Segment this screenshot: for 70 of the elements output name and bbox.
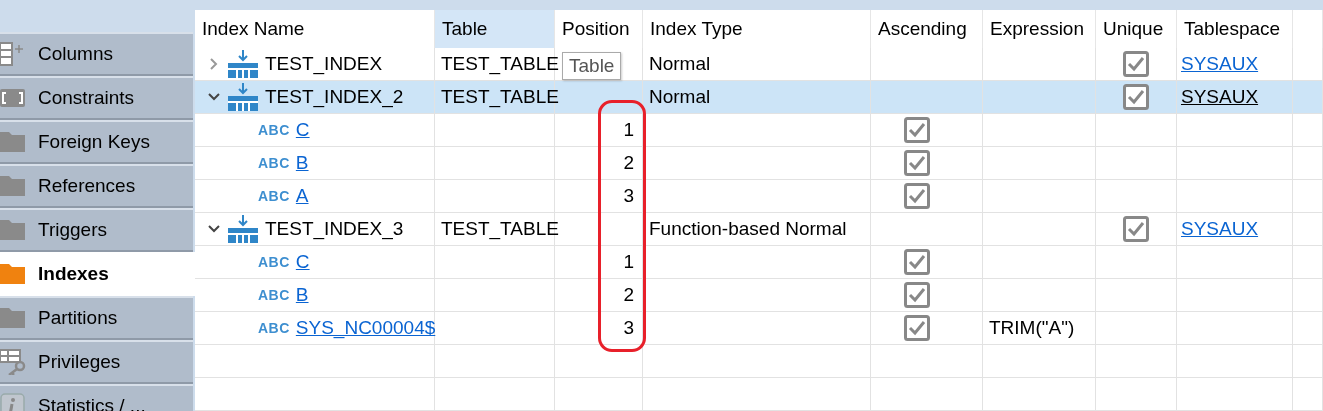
table-name: TEST_TABLE	[441, 53, 559, 75]
sidebar-tab[interactable]: Partitions	[0, 296, 193, 340]
text-type-icon: ABC	[258, 287, 290, 303]
column-link[interactable]: C	[295, 119, 310, 141]
column-link[interactable]: A	[295, 185, 309, 207]
folder-icon	[0, 218, 26, 242]
index-type: Function-based Normal	[649, 218, 847, 240]
sidebar-tab[interactable]: Indexes	[0, 252, 195, 296]
index-icon	[227, 215, 259, 243]
sidebar-tab[interactable]: Privileges	[0, 340, 193, 384]
table-name: TEST_TABLE	[441, 86, 559, 108]
text-type-icon: ABC	[258, 122, 290, 138]
folder-icon	[0, 130, 26, 154]
index-type: Normal	[649, 53, 711, 75]
table-row[interactable]: ABC B 2	[195, 147, 1323, 180]
table-row[interactable]: ABC SYS_NC00004$ 3 TRIM("A")	[195, 312, 1323, 345]
sidebar-tab[interactable]: Triggers	[0, 208, 193, 252]
text-type-icon: ABC	[258, 320, 290, 336]
index-name: TEST_INDEX_3	[265, 218, 404, 240]
index-name: TEST_INDEX	[265, 53, 383, 75]
text-type-icon: ABC	[258, 188, 290, 204]
table-row[interactable]: ABC B 2	[195, 279, 1323, 312]
table-cell	[1293, 345, 1323, 378]
checkbox[interactable]	[903, 150, 930, 176]
column-link[interactable]: C	[295, 251, 310, 273]
position-value: 3	[623, 317, 634, 339]
column-link[interactable]: B	[295, 152, 309, 174]
index-name: TEST_INDEX_2	[265, 86, 404, 108]
index-icon	[227, 83, 259, 111]
tooltip: Table	[562, 52, 622, 80]
column-header[interactable]: Table	[435, 10, 555, 48]
sidebar-tab[interactable]: Constraints	[0, 76, 193, 120]
checkbox[interactable]	[903, 282, 930, 308]
checkbox[interactable]	[1123, 84, 1149, 110]
text-type-icon: ABC	[258, 155, 290, 171]
checkbox[interactable]	[1123, 51, 1149, 77]
tablespace-link[interactable]: SYSAUX	[1181, 53, 1259, 75]
sidebar-tab[interactable]: References	[0, 164, 193, 208]
column-link[interactable]: B	[295, 284, 309, 306]
index-type: Normal	[649, 86, 711, 108]
position-value: 1	[623, 119, 634, 141]
folder-icon	[0, 262, 26, 286]
table-row[interactable]: ABC A 3	[195, 180, 1323, 213]
index-icon	[227, 50, 259, 78]
table-name: TEST_TABLE	[441, 218, 559, 240]
checkbox[interactable]	[903, 249, 930, 275]
checkbox[interactable]	[903, 117, 930, 143]
table-row[interactable]: ABC C 1	[195, 114, 1323, 147]
checkbox[interactable]	[903, 315, 930, 341]
tablespace-link[interactable]: SYSAUX	[1181, 218, 1259, 240]
folder-icon	[0, 174, 26, 198]
columns-icon	[0, 41, 26, 67]
tablespace-link[interactable]: SYSAUX	[1181, 86, 1259, 108]
sidebar-tab[interactable]: Columns	[0, 32, 193, 76]
sidebar-tab[interactable]: Foreign Keys	[0, 120, 193, 164]
position-value: 1	[623, 251, 634, 273]
table-row[interactable]: TEST_INDEX_2 TEST_TABLE Normal SYSAUX	[195, 81, 1323, 114]
expression-value: TRIM("A")	[989, 317, 1075, 339]
table-cell	[1293, 378, 1323, 411]
checkbox[interactable]	[1123, 216, 1149, 242]
position-value: 2	[623, 152, 634, 174]
table-key-icon	[0, 349, 26, 375]
text-type-icon: ABC	[258, 254, 290, 270]
folder-icon	[0, 306, 26, 330]
position-value: 2	[623, 284, 634, 306]
checkbox[interactable]	[903, 183, 930, 209]
position-value: 3	[623, 185, 634, 207]
column-link[interactable]: SYS_NC00004$	[295, 317, 436, 339]
table-row[interactable]: TEST_INDEX_3 TEST_TABLE Function-based Normal SYSAUX	[195, 213, 1323, 246]
table-row[interactable]: ABC C 1	[195, 246, 1323, 279]
